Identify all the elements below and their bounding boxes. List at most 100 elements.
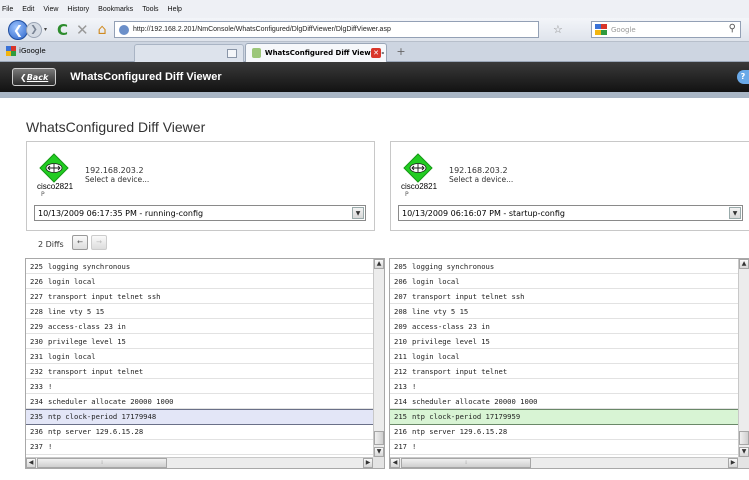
horizontal-scrollbar[interactable]: ◀ ⁞ ▶ [390,457,738,468]
device-name[interactable]: cisco2821 [401,182,437,191]
diff-line[interactable]: 214 scheduler allocate 20000 1000 [390,394,738,410]
line-text: login local [411,276,460,286]
menu-tools[interactable]: Tools [142,6,158,13]
bookmark-star-icon[interactable]: ☆ [553,23,563,36]
stop-icon[interactable]: ✕ [76,21,89,39]
history-dropdown-icon[interactable]: ▾ [44,26,47,33]
right-device-panel: cisco2821 P 192.168.203.2 Select a devic… [390,141,749,231]
scroll-down-icon[interactable]: ▼ [374,447,384,457]
line-number: 215 [394,412,407,422]
line-number: 230 [30,336,43,346]
previous-diff-button[interactable]: ← [72,235,88,250]
home-icon[interactable]: ⌂ [98,22,107,38]
search-bar[interactable]: Google ⚲ [591,21,741,38]
scroll-up-icon[interactable]: ▲ [739,259,749,269]
menu-file[interactable]: File [2,6,13,13]
scroll-down-icon[interactable]: ▼ [739,447,749,457]
scroll-thumb[interactable] [374,431,384,445]
scroll-right-icon[interactable]: ▶ [728,458,738,468]
diff-line-changed[interactable]: 235 ntp clock-period 17179948 [26,409,373,425]
right-diff-lines: 205 logging synchronous 206 login local 207 t… [390,259,738,468]
diff-line[interactable]: 206 login local [390,274,738,290]
device-name[interactable]: cisco2821 [37,182,73,191]
browser-forward-button[interactable]: ❯ [26,21,42,38]
diff-line[interactable]: 209 access-class 23 in [390,319,738,335]
router-icon[interactable] [39,153,69,183]
scroll-right-icon[interactable]: ▶ [363,458,373,468]
scroll-thumb[interactable]: ⁞ [37,458,167,468]
diff-line-changed[interactable]: 215 ntp clock-period 17179959 [390,409,738,425]
diff-line[interactable]: 217! [390,440,738,455]
diff-line[interactable]: 230 privilege level 15 [26,334,373,350]
diff-line[interactable]: 232 transport input telnet [26,364,373,380]
search-icon[interactable]: ⚲ [729,23,736,34]
left-diff-pane[interactable]: 225 logging synchronous 226 login local 227 t… [25,258,385,469]
diff-line[interactable]: 233! [26,379,373,395]
tab-active[interactable]: WhatsConfigured Diff Viewer - W... ✕ [245,43,387,62]
scroll-up-icon[interactable]: ▲ [374,259,384,269]
menu-history[interactable]: History [67,6,89,13]
diff-line[interactable]: 226 login local [26,274,373,290]
horizontal-scrollbar[interactable]: ◀ ⁞ ▶ [26,457,373,468]
tab-blank[interactable] [134,44,244,62]
url-bar[interactable]: http://192.168.2.201/NmConsole/WhatsConf… [114,21,539,38]
browser-back-button[interactable]: ❮ [8,19,28,40]
main-content: WhatsConfigured Diff Viewer cisco2821 P … [8,104,749,480]
vertical-scrollbar[interactable]: ▲ ▼ [738,259,749,457]
igoogle-icon [6,46,16,56]
diff-line[interactable]: 216 ntp server 129.6.15.28 [390,425,738,440]
new-tab-button[interactable]: + [391,44,411,60]
app-back-button[interactable]: ❮ Back [12,68,57,86]
scroll-thumb[interactable] [739,431,749,445]
router-icon[interactable] [403,153,433,183]
scroll-left-icon[interactable]: ◀ [390,458,400,468]
menu-bookmarks[interactable]: Bookmarks [98,6,133,13]
page-icon [227,49,237,58]
right-diff-pane[interactable]: 205 logging synchronous 206 login local 207 t… [389,258,749,469]
device-subtext: P [41,191,45,198]
vertical-scrollbar[interactable]: ▲ ▼ [373,259,384,457]
site-identity-icon[interactable] [119,24,129,35]
menu-help[interactable]: Help [168,6,182,13]
google-engine-icon[interactable] [595,24,607,35]
diff-line[interactable]: 225 logging synchronous [26,259,373,275]
next-diff-button[interactable]: → [91,235,107,250]
diff-line[interactable]: 236 ntp server 129.6.15.28 [26,425,373,440]
bookmark-igoogle[interactable]: iGoogle [6,46,46,56]
help-icon[interactable]: ? [737,70,749,84]
menu-edit[interactable]: Edit [22,6,34,13]
select-device-hint[interactable]: Select a device... [85,175,149,184]
left-diff-lines: 225 logging synchronous 226 login local 227 t… [26,259,373,468]
chevron-down-icon[interactable]: ▼ [352,207,364,219]
diff-line[interactable]: 227 transport input telnet ssh [26,289,373,305]
diff-line[interactable]: 228 line vty 5 15 [26,304,373,320]
left-config-select[interactable]: 10/13/2009 06:17:35 PM - running-config … [34,205,366,221]
diff-line[interactable]: 211 login local [390,349,738,365]
diff-line[interactable]: 207 transport input telnet ssh [390,289,738,305]
menu-view[interactable]: View [43,6,58,13]
scroll-thumb[interactable]: ⁞ [401,458,531,468]
navigation-toolbar: ❮ ❯ ▾ C ✕ ⌂ http://192.168.2.201/NmConso… [0,18,749,42]
select-device-hint[interactable]: Select a device... [449,175,513,184]
chevron-down-icon[interactable]: ▼ [729,207,741,219]
diff-line[interactable]: 212 transport input telnet [390,364,738,380]
diff-line[interactable]: 231 login local [26,349,373,365]
diff-line[interactable]: 208 line vty 5 15 [390,304,738,320]
diff-line[interactable]: 237! [26,440,373,455]
line-text: transport input telnet [47,366,144,376]
tab-close-icon[interactable]: ✕ [371,48,381,58]
menu-bar: File Edit View History Bookmarks Tools H… [0,0,749,18]
line-number: 236 [30,427,43,437]
diff-line[interactable]: 213! [390,379,738,395]
line-text: ntp server 129.6.15.28 [47,427,144,437]
diff-line[interactable]: 229 access-class 23 in [26,319,373,335]
right-config-select[interactable]: 10/13/2009 06:16:07 PM - startup-config … [398,205,743,221]
diff-line[interactable]: 210 privilege level 15 [390,334,738,350]
diff-line[interactable]: 205 logging synchronous [390,259,738,275]
line-number: 206 [394,276,407,286]
diff-line[interactable]: 234 scheduler allocate 20000 1000 [26,394,373,410]
reload-icon[interactable]: C [57,21,68,39]
search-placeholder[interactable]: Google [611,26,636,34]
scroll-left-icon[interactable]: ◀ [26,458,36,468]
url-text[interactable]: http://192.168.2.201/NmConsole/WhatsConf… [133,26,391,33]
